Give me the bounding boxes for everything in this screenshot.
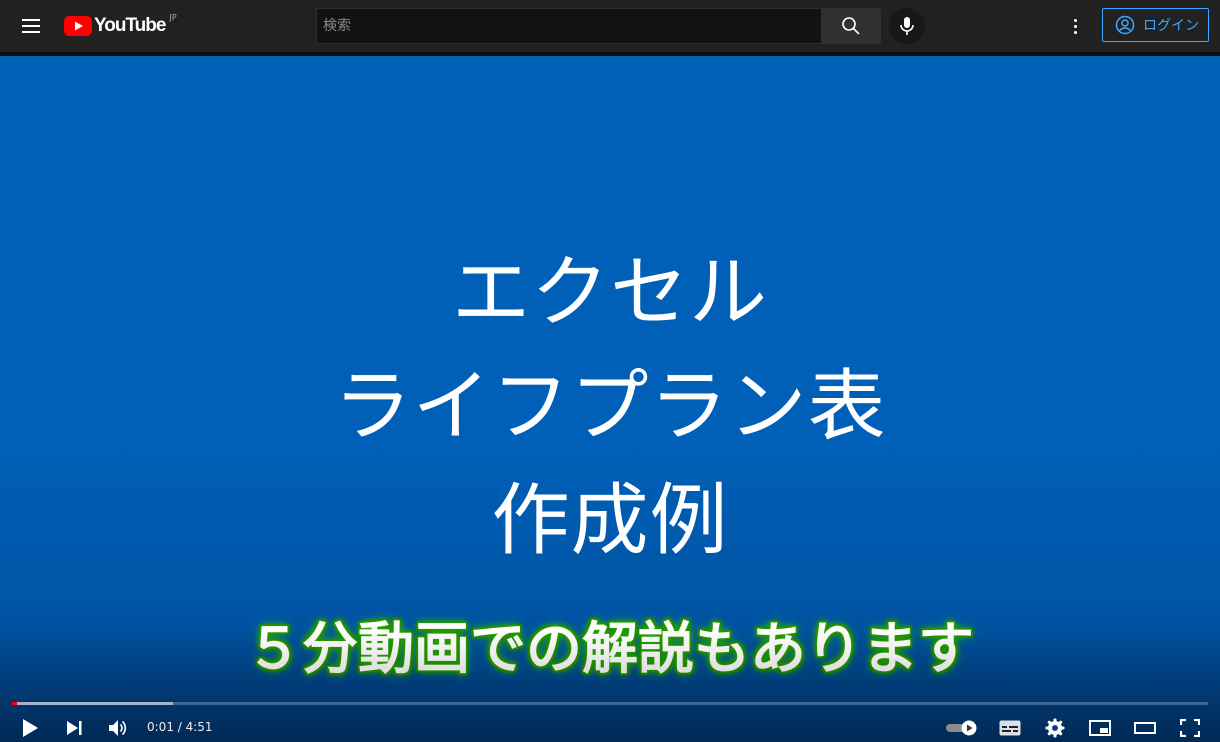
search-input[interactable] xyxy=(316,8,822,44)
logo-text: YouTube xyxy=(94,15,166,36)
logo-region-label: JP xyxy=(169,12,177,22)
slide-title-line-3: 作成例 xyxy=(491,476,729,566)
slide-title-line-1: エクセル xyxy=(451,248,768,338)
miniplayer-icon xyxy=(1089,720,1111,736)
theater-mode-button[interactable] xyxy=(1131,714,1159,742)
video-title-slide: エクセル ライフプラン表 作成例 xyxy=(0,236,1220,578)
settings-button[interactable] xyxy=(1041,714,1069,742)
menu-icon[interactable] xyxy=(19,14,43,38)
play-icon xyxy=(23,719,38,737)
youtube-logo-icon xyxy=(64,16,92,36)
search-button[interactable] xyxy=(821,8,881,44)
autoplay-toggle-icon xyxy=(946,720,977,736)
subtitles-icon xyxy=(999,720,1021,736)
youtube-logo[interactable]: YouTube JP xyxy=(64,13,177,39)
play-button[interactable] xyxy=(16,714,44,742)
voice-search-button[interactable] xyxy=(889,8,925,44)
subtitles-button[interactable] xyxy=(996,714,1024,742)
settings-icon xyxy=(1045,718,1065,738)
next-icon xyxy=(67,721,82,735)
fullscreen-button[interactable] xyxy=(1176,714,1204,742)
progress-bar[interactable] xyxy=(12,702,1208,705)
login-button[interactable]: ログイン xyxy=(1102,8,1209,42)
theater-mode-icon xyxy=(1134,722,1156,734)
masthead: YouTube JP ログイン xyxy=(0,0,1220,52)
microphone-icon xyxy=(900,17,914,35)
slide-title-line-2: ライフプラン表 xyxy=(333,362,887,452)
volume-button[interactable] xyxy=(104,714,132,742)
volume-icon xyxy=(109,720,127,736)
miniplayer-button[interactable] xyxy=(1086,714,1114,742)
fullscreen-icon xyxy=(1180,719,1200,737)
login-label: ログイン xyxy=(1143,18,1199,34)
time-display: 0:01 / 4:51 xyxy=(147,720,213,734)
progress-buffered xyxy=(12,702,174,705)
progress-played xyxy=(12,702,17,705)
next-button[interactable] xyxy=(60,714,88,742)
more-vert-icon[interactable] xyxy=(1063,14,1087,38)
account-circle-icon xyxy=(1115,15,1135,35)
search-icon xyxy=(842,17,860,35)
autoplay-toggle[interactable] xyxy=(944,714,980,742)
